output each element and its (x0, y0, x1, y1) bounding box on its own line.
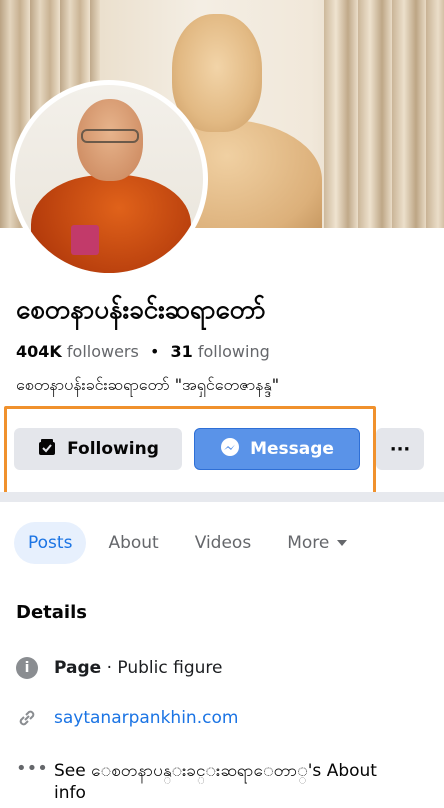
inbox-check-icon (37, 437, 57, 462)
tab-posts[interactable]: Posts (14, 522, 87, 564)
more-dots-icon: ••• (16, 758, 48, 779)
details-heading: Details (16, 602, 87, 623)
tab-label: Videos (194, 533, 252, 553)
profile-tabs: Posts About Videos More (14, 522, 361, 564)
avatar-robe (31, 175, 191, 273)
cover-buddha-head (172, 14, 262, 132)
following-button-label: Following (67, 439, 159, 459)
following-button[interactable]: Following (14, 428, 182, 470)
tab-label: About (108, 533, 159, 553)
followers-count[interactable]: 404K (16, 342, 62, 361)
website-link[interactable]: saytanarpankhin.com (54, 708, 238, 728)
following-count[interactable]: 31 (170, 342, 192, 361)
message-button[interactable]: Message (194, 428, 360, 470)
follow-stats: 404K followers • 31 following (16, 342, 270, 361)
detail-website[interactable]: saytanarpankhin.com (16, 707, 238, 729)
tab-more[interactable]: More (273, 522, 361, 564)
tab-label: More (287, 533, 330, 553)
avatar-glasses (81, 129, 139, 143)
detail-about[interactable]: ••• See ေစတနာပန္းခင္းဆရာေတာ္'s About inf… (16, 760, 414, 804)
link-icon (16, 707, 38, 729)
more-options-button[interactable]: ··· (376, 428, 424, 470)
category-value: · Public figure (106, 658, 223, 678)
info-icon: i (16, 657, 38, 679)
stats-separator: • (149, 342, 160, 361)
detail-category: i Page · Public figure (16, 657, 222, 679)
cover-curtain-right (324, 0, 444, 228)
tab-videos[interactable]: Videos (181, 522, 266, 564)
about-info-link[interactable]: See ေစတနာပန္းခင္းဆရာေတာ္'s About info (54, 760, 414, 804)
dots-icon: ··· (389, 438, 411, 460)
following-label[interactable]: following (198, 342, 270, 361)
profile-avatar[interactable] (10, 80, 208, 278)
avatar-book (71, 225, 99, 255)
avatar-photo (15, 85, 203, 273)
tab-label: Posts (28, 533, 73, 553)
tab-about[interactable]: About (94, 522, 172, 564)
category-label: Page (54, 658, 102, 678)
message-button-label: Message (250, 439, 334, 459)
profile-intro: စေတနာပန်းခင်းဆရာတော် "အရှင်တေဇာနန္ဒ" (16, 375, 280, 394)
section-divider (0, 492, 444, 502)
page-title: စေတနာပန်းခင်းဆရာတော် (16, 295, 266, 325)
caret-down-icon (337, 540, 348, 546)
followers-label[interactable]: followers (67, 342, 139, 361)
messenger-icon (220, 437, 240, 462)
